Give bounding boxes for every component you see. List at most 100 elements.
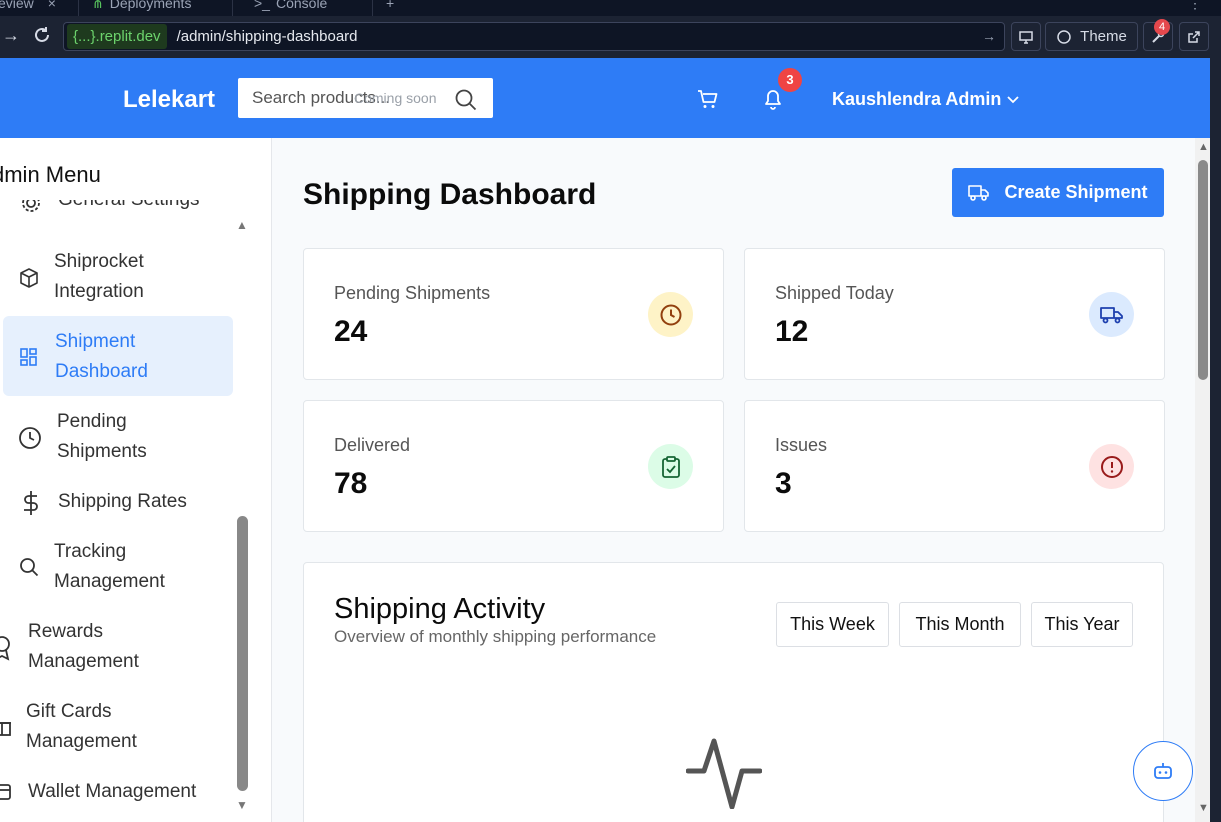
sidebar-item-shipment-dashboard[interactable]: Shipment Dashboard (18, 327, 228, 391)
external-link-icon (1188, 30, 1200, 43)
create-shipment-label: Create Shipment (1004, 182, 1148, 202)
clipboard-check-icon (648, 444, 693, 489)
window-edge (1210, 58, 1221, 822)
wallet-icon (0, 784, 11, 800)
activity-pulse-icon (686, 738, 762, 809)
tab-deployments-label: Deployments (109, 0, 192, 11)
range-this-year-button[interactable]: This Year (1031, 602, 1133, 647)
user-menu[interactable]: Kaushlendra Admin (832, 89, 1001, 110)
tab-deployments[interactable]: ⋔ Deployments (92, 0, 191, 14)
gear-icon (22, 200, 40, 212)
sidebar-item-label: Shipment Dashboard (55, 331, 148, 382)
sidebar-item-shipping-rates[interactable]: Shipping Rates (18, 487, 228, 519)
activity-subtitle: Overview of monthly shipping performance (334, 627, 657, 646)
stat-value: 24 (334, 315, 368, 348)
chevron-down-icon[interactable] (1005, 91, 1021, 107)
stat-card-shipped-today: Shipped Today 12 (744, 248, 1165, 380)
shipping-activity-panel: Shipping Activity Overview of monthly sh… (303, 562, 1164, 822)
sidebar-scroll-down-icon[interactable]: ▼ (236, 798, 248, 812)
url-path: /admin/shipping-dashboard (176, 28, 358, 45)
devtools-badge: 4 (1154, 19, 1170, 35)
search-coming-soon: Coming soon (354, 90, 437, 106)
gift-icon (0, 722, 11, 736)
page-title: Shipping Dashboard (303, 178, 597, 211)
award-icon (0, 636, 10, 661)
stat-label: Delivered (334, 435, 411, 455)
devices-button[interactable] (1011, 22, 1041, 51)
cart-icon[interactable] (697, 88, 719, 110)
forward-icon[interactable]: → (2, 25, 20, 46)
sidebar-item-rewards[interactable]: Rewards Management (0, 617, 230, 681)
tab-webview[interactable]: eview × (0, 0, 56, 14)
sidebar-scroll-up-icon[interactable]: ▲ (236, 218, 248, 232)
range-this-week-button[interactable]: This Week (776, 602, 889, 647)
sidebar-item-wallet[interactable]: Wallet Management (0, 777, 230, 809)
search-icon (20, 558, 39, 577)
sidebar-item-pending-shipments[interactable]: Pending Shipments (18, 407, 228, 471)
devtools-button[interactable]: 4 (1143, 19, 1173, 51)
stat-card-issues: Issues 3 (744, 400, 1165, 532)
bot-icon (1154, 763, 1172, 779)
brand-logo[interactable]: Lelekart (123, 86, 215, 114)
clock-icon (19, 427, 41, 449)
create-shipment-button[interactable]: Create Shipment (952, 168, 1164, 217)
stat-card-delivered: Delivered 78 (303, 400, 724, 532)
sidebar-item-general-settings[interactable]: General Settings (18, 200, 218, 228)
sidebar-item-shiprocket[interactable]: Shiprocket Integration (18, 247, 228, 311)
more-menu-icon[interactable]: ⋮ (1188, 0, 1202, 14)
sidebar-item-tracking[interactable]: Tracking Management (18, 537, 228, 601)
theme-label: Theme (1080, 28, 1127, 45)
sidebar-scrollbar-thumb[interactable] (237, 516, 248, 791)
chat-bot-button[interactable] (1133, 741, 1193, 801)
go-arrow-icon[interactable]: → (982, 28, 996, 44)
theme-button[interactable]: Theme (1045, 22, 1138, 51)
truck-icon (968, 184, 990, 201)
tab-close-icon[interactable]: × (48, 0, 56, 11)
sidebar-item-label: General Settings (58, 200, 200, 215)
sidebar-item-label: Gift Cards Management (26, 701, 137, 752)
sidebar-item-label: Shipping Rates (58, 491, 187, 512)
tab-console-label: Console (275, 0, 328, 11)
palette-icon (1057, 29, 1071, 44)
notification-badge: 3 (778, 68, 802, 92)
main-scrollbar-thumb[interactable] (1198, 160, 1208, 380)
range-this-month-button[interactable]: This Month (899, 602, 1021, 647)
scroll-up-icon[interactable]: ▲ (1198, 141, 1209, 153)
stat-value: 3 (775, 467, 792, 500)
url-bar[interactable]: {...}.replit.dev /admin/shipping-dashboa… (63, 22, 1005, 51)
admin-sidebar: dmin Menu General Settings Shiprocket In… (0, 138, 272, 822)
search-icon[interactable] (454, 88, 478, 112)
sidebar-item-gift-cards[interactable]: Gift Cards Management (0, 697, 230, 761)
sidebar-title: dmin Menu (0, 162, 101, 187)
app-header: Lelekart Coming soon 3 Kaushlendra Admin (0, 58, 1210, 138)
stat-card-pending: Pending Shipments 24 (303, 248, 724, 380)
console-icon: >_ (254, 0, 270, 11)
clock-icon (648, 292, 693, 337)
stat-label: Pending Shipments (334, 283, 491, 303)
reload-icon[interactable] (32, 25, 52, 50)
sidebar-item-label: Shiprocket Integration (54, 251, 144, 302)
main-content: Shipping Dashboard Create Shipment Pendi… (273, 138, 1195, 822)
alert-circle-icon (1089, 444, 1134, 489)
bell-icon[interactable] (763, 88, 783, 110)
main-scrollbar[interactable]: ▲ ▼ (1195, 138, 1210, 822)
open-external-button[interactable] (1179, 22, 1209, 51)
deployments-icon: ⋔ (92, 0, 104, 11)
browser-tab-strip: eview × ⋔ Deployments >_ Console + ⋮ (0, 0, 1221, 16)
stat-value: 12 (775, 315, 809, 348)
new-tab-button[interactable]: + (386, 0, 394, 14)
url-host: {...}.replit.dev (67, 24, 167, 49)
monitor-icon (1019, 30, 1033, 44)
tab-console[interactable]: >_ Console (254, 0, 327, 14)
tab-webview-label: eview (0, 0, 34, 11)
search-box: Coming soon (238, 78, 493, 118)
browser-address-bar: → {...}.replit.dev /admin/shipping-dashb… (0, 16, 1221, 58)
dollar-icon (24, 491, 38, 515)
sidebar-item-label: Pending Shipments (57, 411, 147, 462)
sidebar-item-label: Wallet Management (28, 781, 197, 802)
stat-value: 78 (334, 467, 368, 500)
sidebar-item-label: Rewards Management (28, 621, 139, 672)
activity-title: Shipping Activity (334, 593, 546, 625)
scroll-down-icon[interactable]: ▼ (1198, 802, 1209, 814)
truck-icon (1089, 292, 1134, 337)
